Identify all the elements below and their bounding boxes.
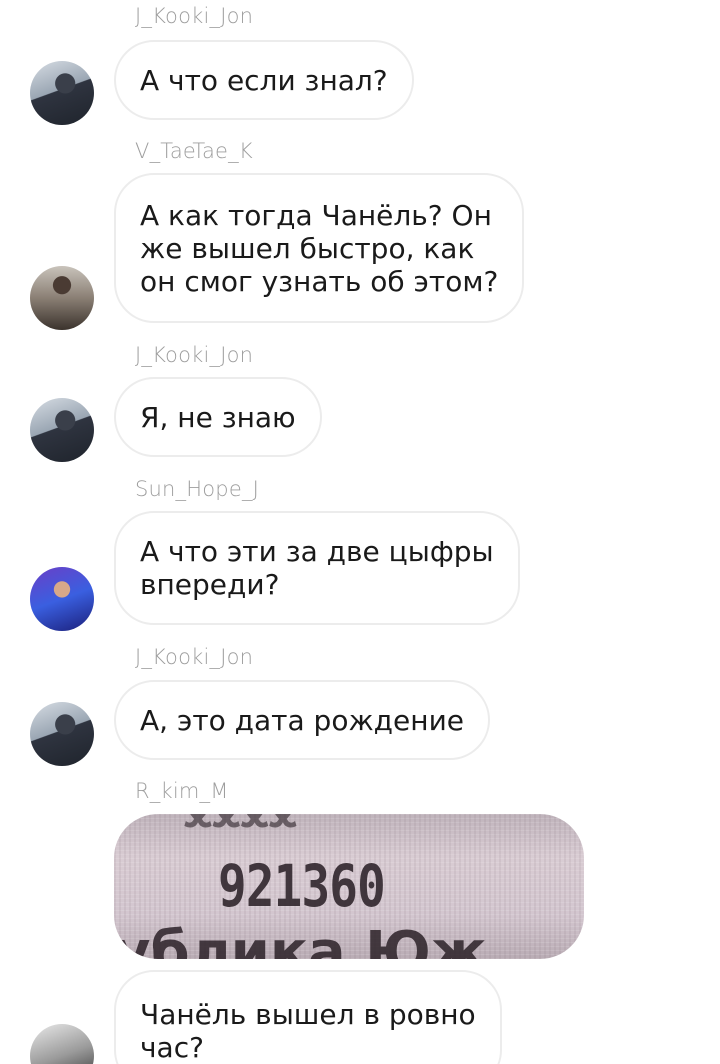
- user-avatar-icon[interactable]: [30, 567, 94, 631]
- sender-name[interactable]: J_Kooki_Jon: [135, 343, 253, 367]
- message-bubble[interactable]: Чанёль вышел в ровно час?: [114, 970, 502, 1064]
- message-text: А, это дата рождение: [140, 703, 464, 737]
- message-text-line: Чанёль вышел в ровно: [140, 998, 476, 1031]
- user-avatar-icon[interactable]: [30, 266, 94, 330]
- message-bubble[interactable]: А что если знал?: [114, 40, 414, 120]
- message-text-line: впереди?: [140, 568, 280, 601]
- user-avatar-icon[interactable]: [30, 398, 94, 462]
- image-text-top: ᴥᴥᴥᴥ: [184, 814, 297, 838]
- message-text-line: А что эти за две цыфры: [140, 535, 494, 568]
- message-text: А что если знал?: [140, 63, 388, 97]
- message-text-line: он смог узнать об этом?: [140, 264, 499, 298]
- message-text: Я, не знаю: [140, 400, 296, 434]
- sender-name[interactable]: R_kim_M: [135, 779, 229, 803]
- sender-name[interactable]: V_TaeTae_K: [135, 139, 253, 163]
- message-bubble[interactable]: А что эти за две цыфры впереди?: [114, 511, 520, 625]
- sender-name[interactable]: J_Kooki_Jon: [135, 4, 253, 28]
- message-bubble[interactable]: Я, не знаю: [114, 377, 322, 457]
- message-bubble[interactable]: А, это дата рождение: [114, 680, 490, 760]
- sender-name[interactable]: J_Kooki_Jon: [135, 645, 253, 669]
- message-text-line: А как тогда Чанёль? Он: [140, 198, 492, 232]
- message-text-line: же вышел быстро, как: [140, 231, 475, 265]
- user-avatar-icon[interactable]: [30, 1024, 94, 1064]
- user-avatar-icon[interactable]: [30, 702, 94, 766]
- message-image[interactable]: ᴥᴥᴥᴥ 921360 ублика Юж: [114, 814, 584, 959]
- image-number: 921360: [218, 852, 386, 920]
- user-avatar-icon[interactable]: [30, 61, 94, 125]
- image-text-bottom: ублика Юж: [114, 920, 487, 959]
- sender-name[interactable]: Sun_Hope_J: [135, 477, 259, 501]
- message-bubble[interactable]: А как тогда Чанёль? Он же вышел быстро, …: [114, 173, 525, 323]
- message-text-line: час?: [140, 1031, 204, 1064]
